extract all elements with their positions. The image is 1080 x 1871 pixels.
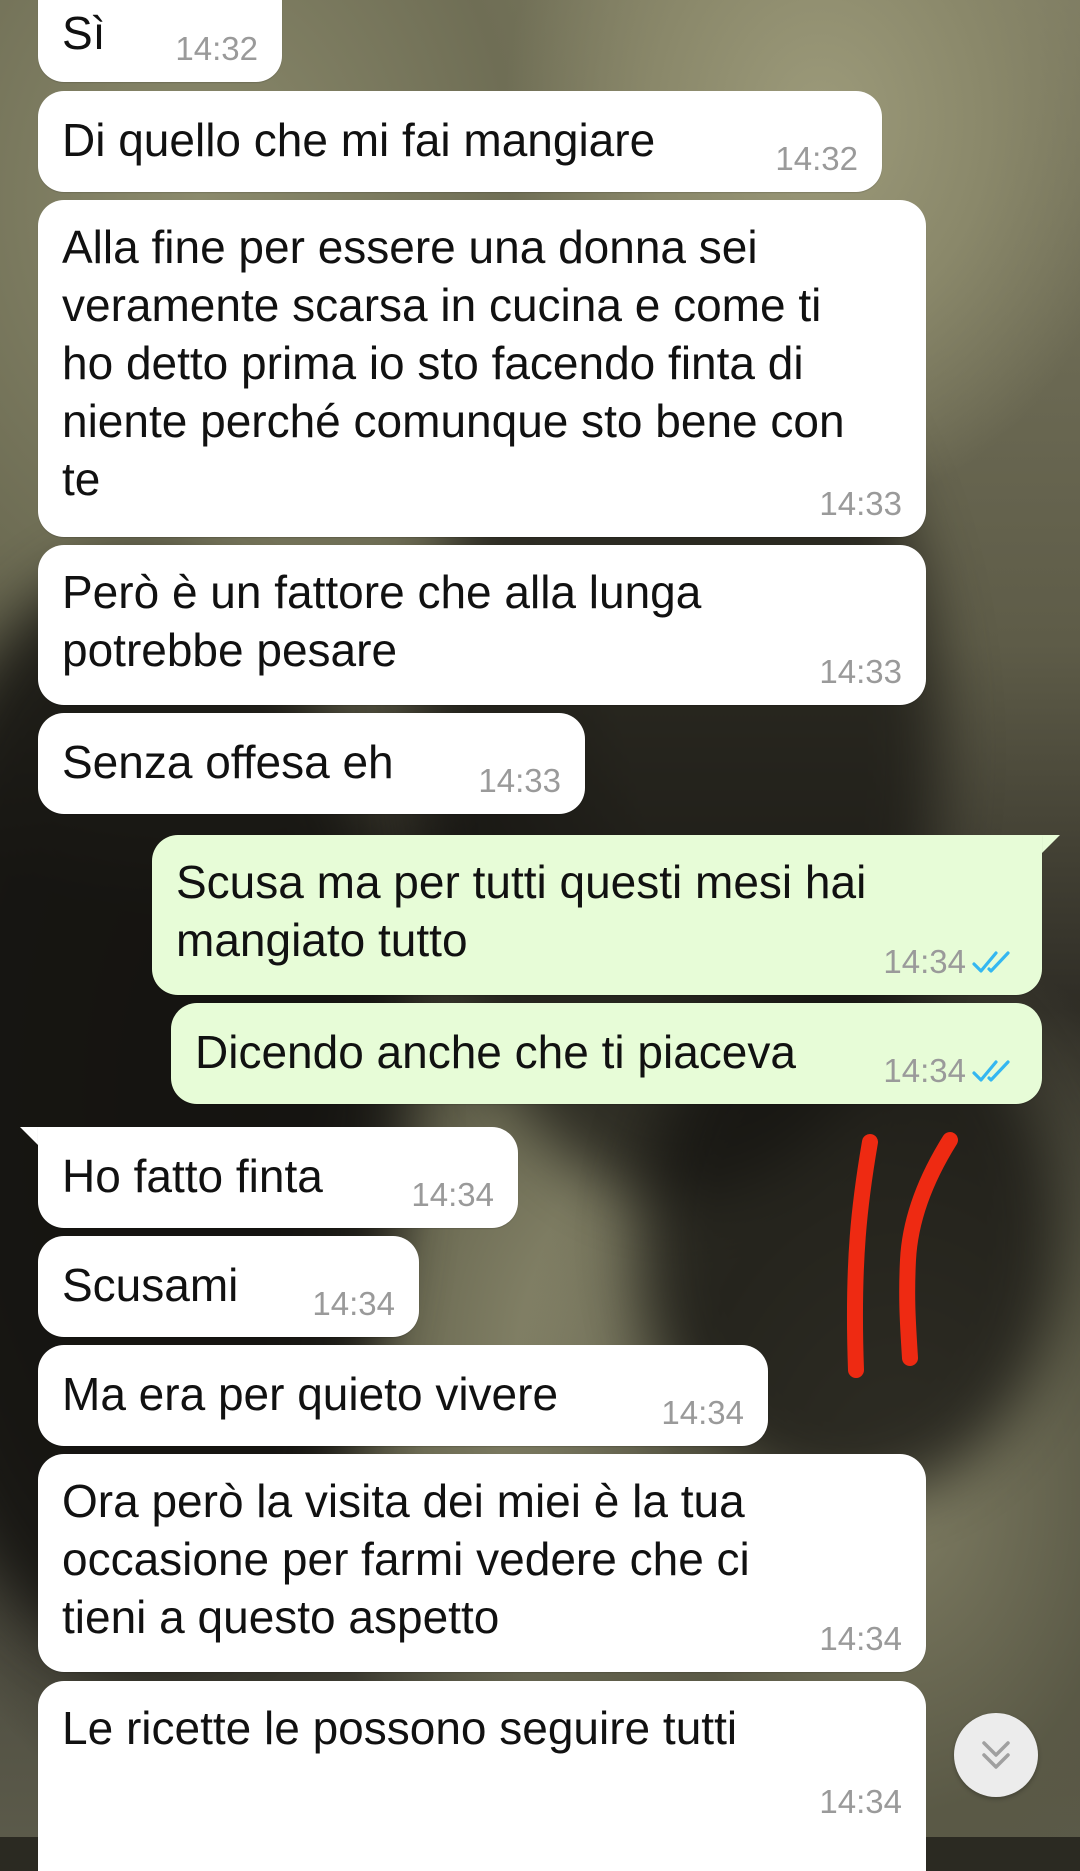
incoming-message[interactable]: Sì 14:32 — [38, 0, 282, 82]
message-text: Però è un fattore che alla lunga potrebb… — [62, 566, 715, 676]
message-text: Di quello che mi fai mangiare — [62, 114, 656, 166]
outgoing-message[interactable]: Dicendo anche che ti piaceva 14:34 — [171, 1003, 1042, 1104]
outgoing-message[interactable]: Scusa ma per tutti questi mesi hai mangi… — [152, 835, 1042, 995]
message-text: Alla fine per essere una donna sei veram… — [62, 221, 858, 505]
incoming-message[interactable]: Però è un fattore che alla lunga potrebb… — [38, 545, 926, 705]
message-time: 14:33 — [819, 485, 902, 522]
message-text: Ma era per quieto vivere — [62, 1368, 559, 1420]
red-annotation-marks — [846, 1132, 958, 1378]
message-time: 14:34 — [411, 1176, 494, 1213]
message-time: 14:33 — [478, 762, 561, 799]
message-time: 14:34 — [819, 1620, 902, 1657]
incoming-message[interactable]: Ora però la visita dei miei è la tua occ… — [38, 1454, 926, 1672]
message-text: Ora però la visita dei miei è la tua occ… — [62, 1475, 763, 1643]
double-chevron-down-icon — [982, 1741, 1010, 1769]
incoming-message[interactable]: Di quello che mi fai mangiare 14:32 — [38, 91, 882, 192]
message-time: 14:32 — [175, 30, 258, 67]
message-text: Scusa ma per tutti questi mesi hai mangi… — [176, 856, 880, 966]
message-time: 14:34 — [883, 943, 1018, 981]
incoming-message[interactable]: Senza offesa eh 14:33 — [38, 713, 585, 814]
incoming-message[interactable]: Ma era per quieto vivere 14:34 — [38, 1345, 768, 1446]
message-time: 14:34 — [312, 1285, 395, 1322]
message-text: Le ricette le possono seguire tutti — [62, 1702, 738, 1754]
message-time: 14:34 — [883, 1052, 1018, 1090]
message-time: 14:32 — [775, 140, 858, 177]
message-time: 14:34 — [661, 1394, 744, 1431]
incoming-message[interactable]: Ho fatto finta 14:34 — [38, 1127, 518, 1228]
incoming-message[interactable]: Alla fine per essere una donna sei veram… — [38, 200, 926, 537]
message-time: 14:34 — [819, 1783, 902, 1820]
incoming-message[interactable]: Le ricette le possono seguire tutti 14:3… — [38, 1681, 926, 1871]
scroll-to-bottom-button[interactable] — [954, 1713, 1038, 1797]
double-check-icon — [972, 1060, 1010, 1082]
incoming-message[interactable]: Scusami 14:34 — [38, 1236, 419, 1337]
message-time: 14:33 — [819, 653, 902, 690]
double-check-icon — [972, 951, 1010, 973]
